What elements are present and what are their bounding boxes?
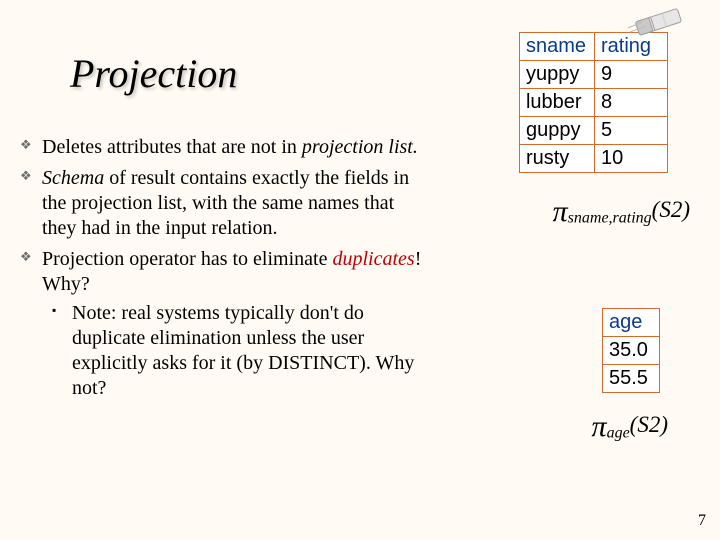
col-header: sname <box>519 33 594 61</box>
text: Projection operator has to eliminate <box>42 248 332 270</box>
cell: yuppy <box>519 61 594 89</box>
text: Deletes attributes that are not in <box>42 136 302 158</box>
cell: 35.0 <box>603 337 660 365</box>
formula-subscript: age <box>607 425 630 442</box>
projection-table-sname-rating: sname rating yuppy 9 lubber 8 guppy 5 ru… <box>519 32 668 173</box>
page-number: 7 <box>698 512 706 530</box>
table-row: guppy 5 <box>519 117 667 145</box>
sub-bullet-list: Note: real systems typically don't do du… <box>42 301 430 401</box>
text-duplicates: duplicates <box>332 248 414 270</box>
table-row: 55.5 <box>603 365 660 393</box>
col-header: rating <box>595 33 668 61</box>
table-row: lubber 8 <box>519 89 667 117</box>
cell: 55.5 <box>603 365 660 393</box>
slide-title: Projection <box>70 50 237 97</box>
cell: 8 <box>595 89 668 117</box>
table-header-row: sname rating <box>519 33 667 61</box>
formula-subscript: sname,rating <box>568 210 652 227</box>
text: Note: real systems typically don't do du… <box>72 302 414 399</box>
cell: 5 <box>595 117 668 145</box>
formula-arg: (S2) <box>652 197 690 222</box>
table-row: rusty 10 <box>519 145 667 173</box>
formula-arg: (S2) <box>630 412 668 437</box>
formula-pi-sname-rating: πsname,rating(S2) <box>553 195 690 229</box>
pi-symbol: π <box>553 195 568 228</box>
sub-bullet-1: Note: real systems typically don't do du… <box>72 301 430 401</box>
text-italic: Schema <box>42 167 104 189</box>
cell: guppy <box>519 117 594 145</box>
pi-symbol: π <box>592 410 607 443</box>
cell: 9 <box>595 61 668 89</box>
bullet-1: Deletes attributes that are not in proje… <box>42 135 430 160</box>
table-row: yuppy 9 <box>519 61 667 89</box>
cell: 10 <box>595 145 668 173</box>
bullet-list: Deletes attributes that are not in proje… <box>20 135 430 401</box>
cell: lubber <box>519 89 594 117</box>
col-header: age <box>603 309 660 337</box>
bullet-3: Projection operator has to eliminate dup… <box>42 247 430 401</box>
text-italic: projection list. <box>302 136 418 158</box>
projection-table-age: age 35.0 55.5 <box>602 308 660 393</box>
bullet-2: Schema of result contains exactly the fi… <box>42 166 430 241</box>
cell: rusty <box>519 145 594 173</box>
body-content: Deletes attributes that are not in proje… <box>20 135 430 407</box>
formula-pi-age: πage(S2) <box>592 410 668 444</box>
table-row: 35.0 <box>603 337 660 365</box>
table-header-row: age <box>603 309 660 337</box>
slide: Projection Deletes attributes that are n… <box>0 0 720 540</box>
